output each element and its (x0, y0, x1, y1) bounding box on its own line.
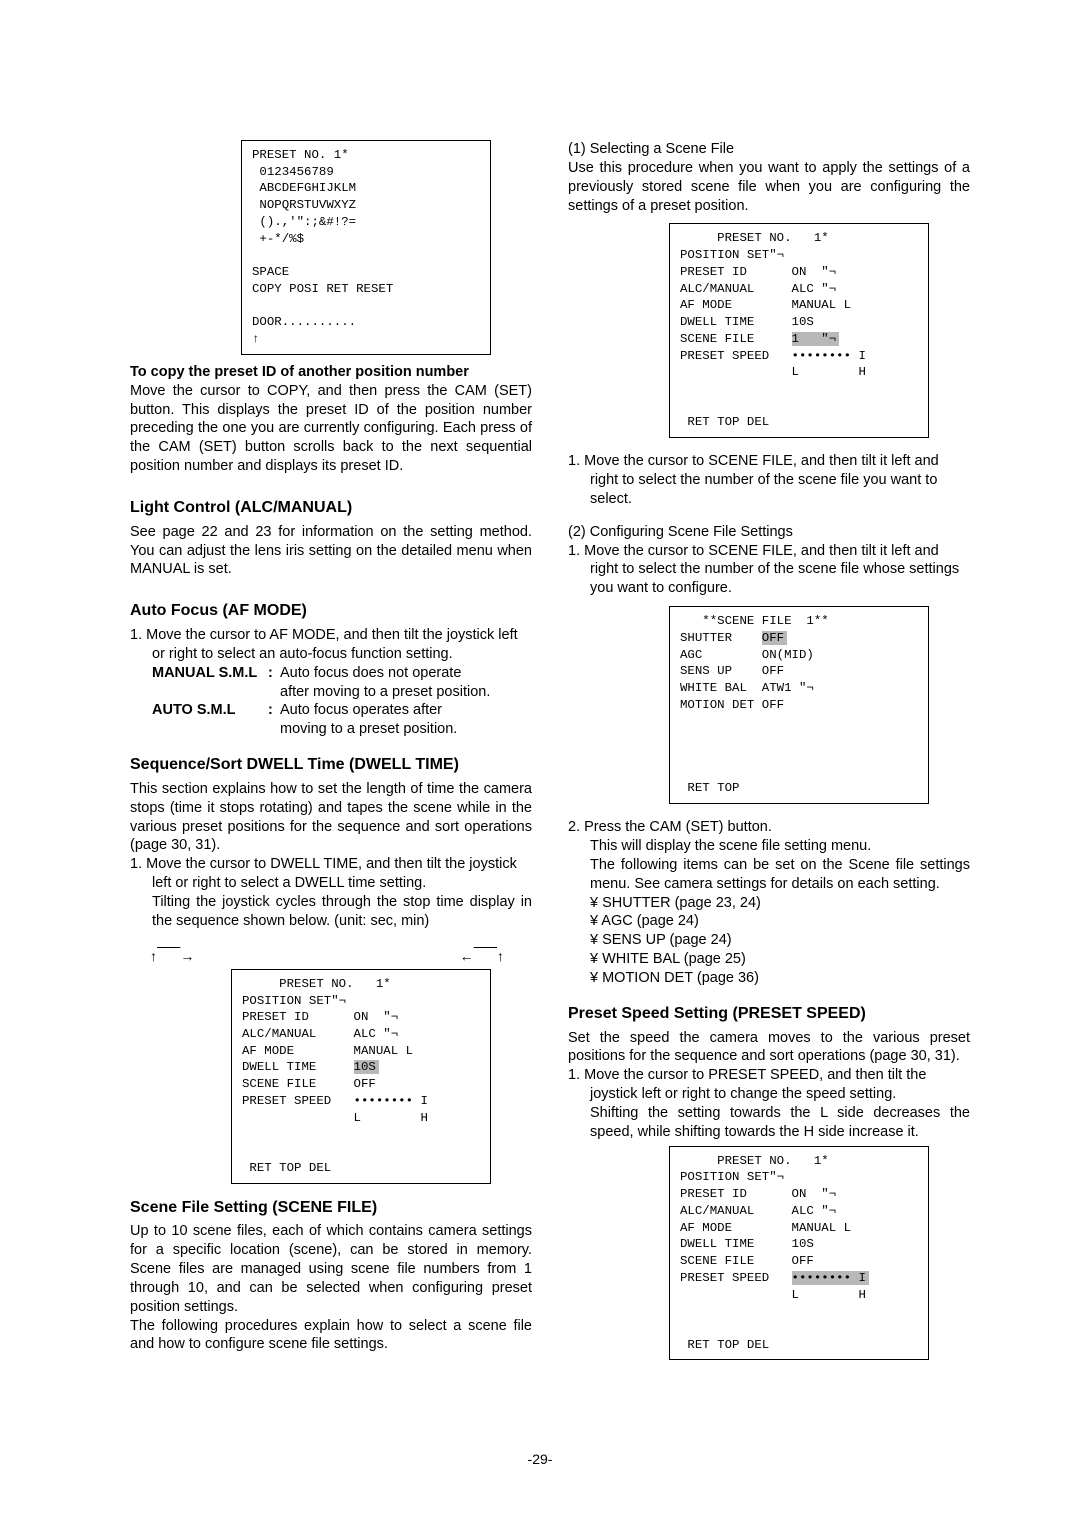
preset-list: 1. Move the cursor to PRESET SPEED, and … (568, 1066, 970, 1141)
dwell-para: This section explains how to set the len… (130, 780, 532, 855)
config-item-2: 2. Press the CAM (SET) button. This will… (590, 818, 970, 988)
heading-light-control: Light Control (ALC/MANUAL) (130, 498, 532, 519)
osd-screen-scene-file: **SCENE FILE 1** SHUTTER OFF AGC ON(MID)… (669, 606, 929, 804)
af-list: 1. Move the cursor to AF MODE, and then … (130, 626, 532, 664)
osd-screen-scene-select: PRESET NO. 1* POSITION SET"¬ PRESET ID O… (669, 223, 929, 438)
af-auto-val2: moving to a preset position. (280, 720, 532, 739)
af-manual-val2: after moving to a preset position. (280, 683, 532, 702)
af-manual-val1: Auto focus does not operate (280, 664, 532, 683)
left-column: PRESET NO. 1* 0123456789 ABCDEFGHIJKLM N… (130, 140, 532, 1360)
config-heading: (2) Configuring Scene File Settings (568, 523, 970, 542)
right-column: (1) Selecting a Scene File Use this proc… (568, 140, 970, 1360)
scene-para2: The following procedures explain how to … (130, 1317, 532, 1355)
bullet-shutter: SHUTTER (page 23, 24) (612, 894, 970, 913)
dwell-item-1: 1. Move the cursor to DWELL TIME, and th… (152, 855, 532, 930)
osd-screen4-hl: OFF (762, 631, 787, 645)
bullet-motiondet: MOTION DET (page 36) (612, 969, 970, 988)
preset-item-1: 1. Move the cursor to PRESET SPEED, and … (590, 1066, 970, 1141)
sel1: Move the cursor to SCENE FILE, and then … (584, 453, 939, 507)
bullets: SHUTTER (page 23, 24) AGC (page 24) SENS… (590, 894, 970, 988)
preset1a: Move the cursor to PRESET SPEED, and the… (584, 1067, 926, 1102)
osd-screen3-post: PRESET SPEED •••••••• I L H RET TOP DEL (680, 349, 866, 430)
heading-preset-speed: Preset Speed Setting (PRESET SPEED) (568, 1004, 970, 1025)
cycle-arrow-right-icon: ← ↑ (460, 947, 504, 965)
preset1b: Shifting the setting towards the L side … (590, 1104, 970, 1142)
af-auto-row: AUTO S.M.L : Auto focus operates after (152, 701, 532, 720)
copy-heading: To copy the preset ID of another positio… (130, 363, 532, 382)
af-auto-val1: Auto focus operates after (280, 701, 532, 720)
bullet-sensup: SENS UP (page 24) (612, 931, 970, 950)
colon: : (268, 701, 280, 720)
copy-paragraph: Move the cursor to COPY, and then press … (130, 382, 532, 476)
select-item-1: 1. Move the cursor to SCENE FILE, and th… (590, 452, 970, 509)
dwell1a: Move the cursor to DWELL TIME, and then … (146, 856, 517, 891)
config-list1: 1. Move the cursor to SCENE FILE, and th… (568, 542, 970, 599)
cycle-arrow-left-icon: ↑ → (150, 947, 194, 965)
cycle-arrows: ↑ → ← ↑ (130, 947, 532, 965)
select-heading: (1) Selecting a Scene File (568, 140, 970, 159)
af-manual-row2: after moving to a preset position. (152, 683, 532, 702)
af-auto-label: AUTO S.M.L (152, 701, 268, 720)
heading-dwell-time: Sequence/Sort DWELL Time (DWELL TIME) (130, 755, 532, 776)
heading-af-mode: Auto Focus (AF MODE) (130, 601, 532, 622)
osd-screen5-post: L H RET TOP DEL (680, 1288, 866, 1352)
select-para: Use this procedure when you want to appl… (568, 159, 970, 216)
af-manual-label: MANUAL S.M.L (152, 664, 268, 683)
osd-screen3-hl: 1 "¬ (792, 332, 840, 346)
dwell1b: Tilting the joystick cycles through the … (152, 893, 532, 931)
osd-screen5-hl: •••••••• I (792, 1271, 869, 1285)
config-item-1: 1. Move the cursor to SCENE FILE, and th… (590, 542, 970, 599)
osd-screen2-pre: PRESET NO. 1* POSITION SET"¬ PRESET ID O… (242, 977, 413, 1075)
osd-screen4-post: AGC ON(MID) SENS UP OFF WHITE BAL ATW1 "… (680, 648, 814, 796)
bullet-agc: AGC (page 24) (612, 912, 970, 931)
columns: PRESET NO. 1* 0123456789 ABCDEFGHIJKLM N… (130, 140, 970, 1360)
light-para: See page 22 and 23 for information on th… (130, 523, 532, 580)
osd-screen-dwell: PRESET NO. 1* POSITION SET"¬ PRESET ID O… (231, 969, 491, 1184)
config-list2: 2. Press the CAM (SET) button. This will… (568, 818, 970, 988)
up-arrow-icon: ↑ (252, 332, 259, 346)
osd-screen-preset-id: PRESET NO. 1* 0123456789 ABCDEFGHIJKLM N… (241, 140, 491, 355)
osd-screen3-pre: PRESET NO. 1* POSITION SET"¬ PRESET ID O… (680, 231, 851, 345)
osd-screen1-text: PRESET NO. 1* 0123456789 ABCDEFGHIJKLM N… (252, 148, 393, 329)
scene-para1: Up to 10 scene files, each of which cont… (130, 1222, 532, 1316)
cfg2c: The following items can be set on the Sc… (590, 856, 970, 894)
osd-screen-preset-speed: PRESET NO. 1* POSITION SET"¬ PRESET ID O… (669, 1146, 929, 1361)
af1-text: Move the cursor to AF MODE, and then til… (146, 627, 518, 662)
cfg1: Move the cursor to SCENE FILE, and then … (584, 543, 959, 597)
page-number: -29- (0, 1450, 1080, 1468)
cfg2a: Press the CAM (SET) button. (584, 819, 772, 835)
osd-screen2-post: SCENE FILE OFF PRESET SPEED •••••••• I L… (242, 1077, 428, 1175)
osd-screen4-pre: **SCENE FILE 1** SHUTTER (680, 614, 829, 645)
bullet-whitebal: WHITE BAL (page 25) (612, 950, 970, 969)
af-auto-row2: moving to a preset position. (152, 720, 532, 739)
af-manual-row: MANUAL S.M.L : Auto focus does not opera… (152, 664, 532, 683)
osd-screen5-pre: PRESET NO. 1* POSITION SET"¬ PRESET ID O… (680, 1154, 851, 1285)
preset-para: Set the speed the camera moves to the va… (568, 1029, 970, 1067)
osd-screen2-hl: 10S (354, 1060, 379, 1074)
heading-scene-file: Scene File Setting (SCENE FILE) (130, 1198, 532, 1219)
page: PRESET NO. 1* 0123456789 ABCDEFGHIJKLM N… (0, 0, 1080, 1528)
select-list: 1. Move the cursor to SCENE FILE, and th… (568, 452, 970, 509)
cfg2b: This will display the scene file setting… (590, 837, 970, 856)
dwell-list: 1. Move the cursor to DWELL TIME, and th… (130, 855, 532, 930)
af-item-1: 1. Move the cursor to AF MODE, and then … (152, 626, 532, 664)
colon: : (268, 664, 280, 683)
